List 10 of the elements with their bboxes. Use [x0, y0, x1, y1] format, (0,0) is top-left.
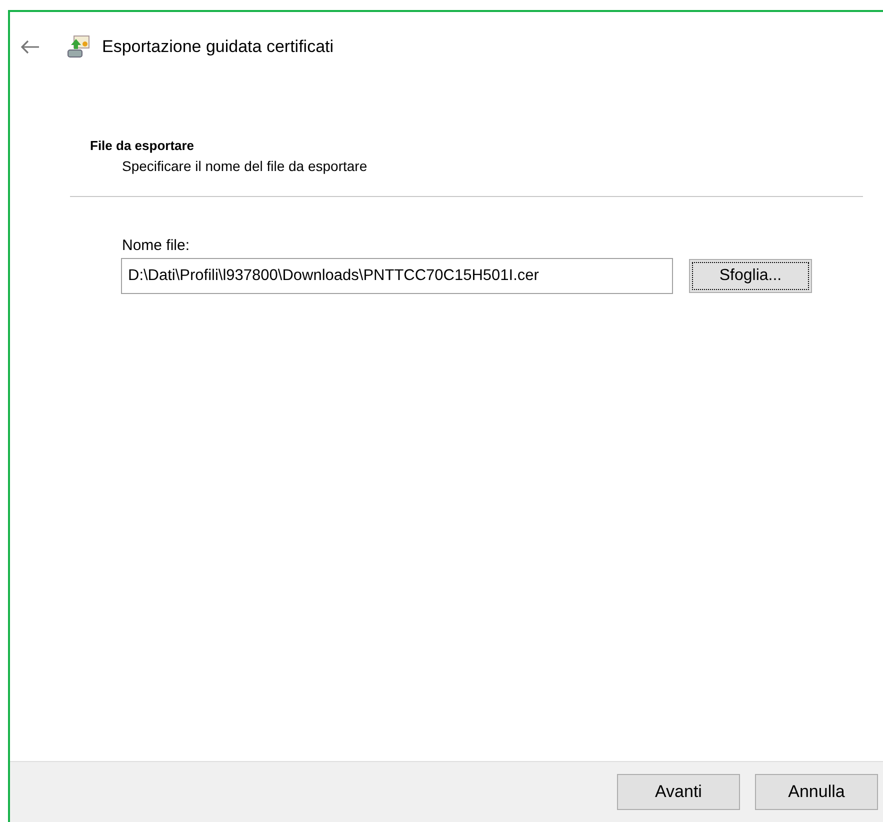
window-title: Esportazione guidata certificati — [102, 37, 334, 57]
dialog-button[interactable]: Annulla — [755, 774, 878, 810]
dialog-button[interactable]: Avanti — [617, 774, 740, 810]
page-description: Specificare il nome del file da esportare — [122, 158, 368, 174]
certificate-export-icon — [66, 35, 90, 59]
back-arrow-icon[interactable] — [20, 40, 40, 54]
file-name-label: Nome file: — [122, 237, 191, 254]
browse-button[interactable]: Sfoglia... — [689, 259, 812, 293]
file-name-field[interactable]: D:\Dati\Profili\l937800\Downloads\PNTTCC70C15H501I.cer — [121, 258, 673, 294]
page-heading: File da esportare — [90, 138, 196, 153]
